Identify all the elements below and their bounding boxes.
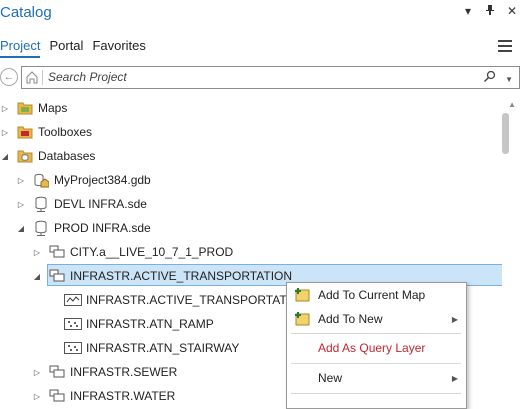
feature-dataset-icon <box>48 388 66 404</box>
collapse-arrow-icon[interactable]: ◢ <box>0 152 10 161</box>
pane-title: Catalog <box>0 4 52 21</box>
menu-separator <box>291 363 461 364</box>
menu-item-add-to-new[interactable]: Add To New ▶ <box>287 307 466 331</box>
database-connection-icon <box>32 196 50 212</box>
search-box: ▼ <box>21 66 520 89</box>
pin-icon[interactable] <box>484 4 496 19</box>
home-icon[interactable] <box>25 70 43 85</box>
tab-project[interactable]: Project <box>0 38 41 58</box>
database-connection-icon <box>32 220 50 236</box>
tree-item-toolboxes[interactable]: ▷ Toolboxes <box>0 120 498 144</box>
scrollbar-thumb[interactable] <box>502 113 509 154</box>
tree-item-maps[interactable]: ▷ Maps <box>0 96 498 120</box>
menu-item-label: Add As Query Layer <box>318 341 426 355</box>
search-options-chevron-icon[interactable]: ▼ <box>505 75 513 84</box>
line-feature-class-icon <box>64 292 82 308</box>
maps-folder-icon <box>16 100 34 116</box>
menu-item-label: Add To New <box>318 312 383 326</box>
menu-item-new[interactable]: New ▶ <box>287 366 466 390</box>
expand-arrow-icon[interactable]: ▷ <box>32 368 42 377</box>
expand-arrow-icon[interactable]: ▷ <box>0 104 10 113</box>
geodatabase-home-icon <box>32 172 50 188</box>
tree-item-label: Toolboxes <box>38 125 93 139</box>
pane-title-controls: ▾ ✕ <box>462 4 518 19</box>
expand-arrow-icon[interactable]: ▷ <box>16 200 26 209</box>
menu-item-add-to-current-map[interactable]: Add To Current Map <box>287 283 466 307</box>
submenu-arrow-icon: ▶ <box>451 373 458 383</box>
expand-arrow-icon[interactable]: ▷ <box>16 176 26 185</box>
expand-arrow-icon[interactable]: ▷ <box>32 392 42 401</box>
toolboxes-folder-icon <box>16 124 34 140</box>
menu-icon[interactable] <box>498 40 512 55</box>
search-icon[interactable] <box>483 70 497 89</box>
tree-item-label: CITY.a__LIVE_10_7_1_PROD <box>70 245 234 259</box>
tree-item-label: DEVL INFRA.sde <box>54 197 147 211</box>
tree-item-label: MyProject384.gdb <box>54 173 151 187</box>
tree-item-label: PROD INFRA.sde <box>54 221 151 235</box>
tree-item-city-dataset[interactable]: ▷ CITY.a__LIVE_10_7_1_PROD <box>0 240 522 264</box>
context-menu: Add To Current Map Add To New ▶ Add As Q… <box>286 282 467 409</box>
tree-item-label: INFRASTR.ACTIVE_TRANSPORTATION <box>86 293 309 307</box>
back-arrow-icon[interactable]: ← <box>0 68 18 86</box>
tree-item-prod-infra-sde[interactable]: ◢ PROD INFRA.sde <box>0 216 514 240</box>
feature-dataset-icon <box>48 268 66 284</box>
add-to-new-icon <box>292 311 312 327</box>
feature-dataset-icon <box>48 244 66 260</box>
close-icon[interactable]: ✕ <box>506 4 518 19</box>
collapse-arrow-icon[interactable]: ◢ <box>16 224 26 233</box>
point-feature-class-icon <box>64 340 82 356</box>
scroll-up-icon[interactable]: ▲ <box>508 100 516 109</box>
catalog-tabs: Project Portal Favorites <box>0 38 155 58</box>
tree-item-label: INFRASTR.ATN_RAMP <box>86 317 214 331</box>
chevron-down-icon[interactable]: ▾ <box>462 4 474 19</box>
tree-item-label: INFRASTR.WATER <box>70 389 176 403</box>
expand-arrow-icon[interactable]: ▷ <box>0 128 10 137</box>
tree-item-label: INFRASTR.ATN_STAIRWAY <box>86 341 240 355</box>
add-to-map-icon <box>292 287 312 303</box>
tree-item-label: INFRASTR.ACTIVE_TRANSPORTATION <box>70 269 293 283</box>
expand-arrow-icon[interactable]: ▷ <box>32 248 42 257</box>
tree-item-devl-infra-sde[interactable]: ▷ DEVL INFRA.sde <box>0 192 514 216</box>
menu-item-label: New <box>318 371 343 385</box>
tab-favorites[interactable]: Favorites <box>92 38 145 58</box>
submenu-arrow-icon: ▶ <box>451 314 458 324</box>
collapse-arrow-icon[interactable]: ◢ <box>32 272 42 281</box>
menu-separator <box>291 393 461 394</box>
menu-separator <box>291 333 461 334</box>
tree-item-myproject-gdb[interactable]: ▷ MyProject384.gdb <box>0 168 514 192</box>
menu-item-add-as-query-layer[interactable]: Add As Query Layer <box>287 336 466 360</box>
point-feature-class-icon <box>64 316 82 332</box>
tab-portal[interactable]: Portal <box>49 38 83 58</box>
menu-item-label: Add To Current Map <box>318 288 426 302</box>
feature-dataset-icon <box>48 364 66 380</box>
tree-item-label: Databases <box>38 149 96 163</box>
tree-item-label: Maps <box>38 101 68 115</box>
tree-item-databases[interactable]: ◢ Databases <box>0 144 498 168</box>
databases-folder-icon <box>16 148 34 164</box>
search-input[interactable] <box>46 69 450 85</box>
tree-item-label: INFRASTR.SEWER <box>70 365 178 379</box>
